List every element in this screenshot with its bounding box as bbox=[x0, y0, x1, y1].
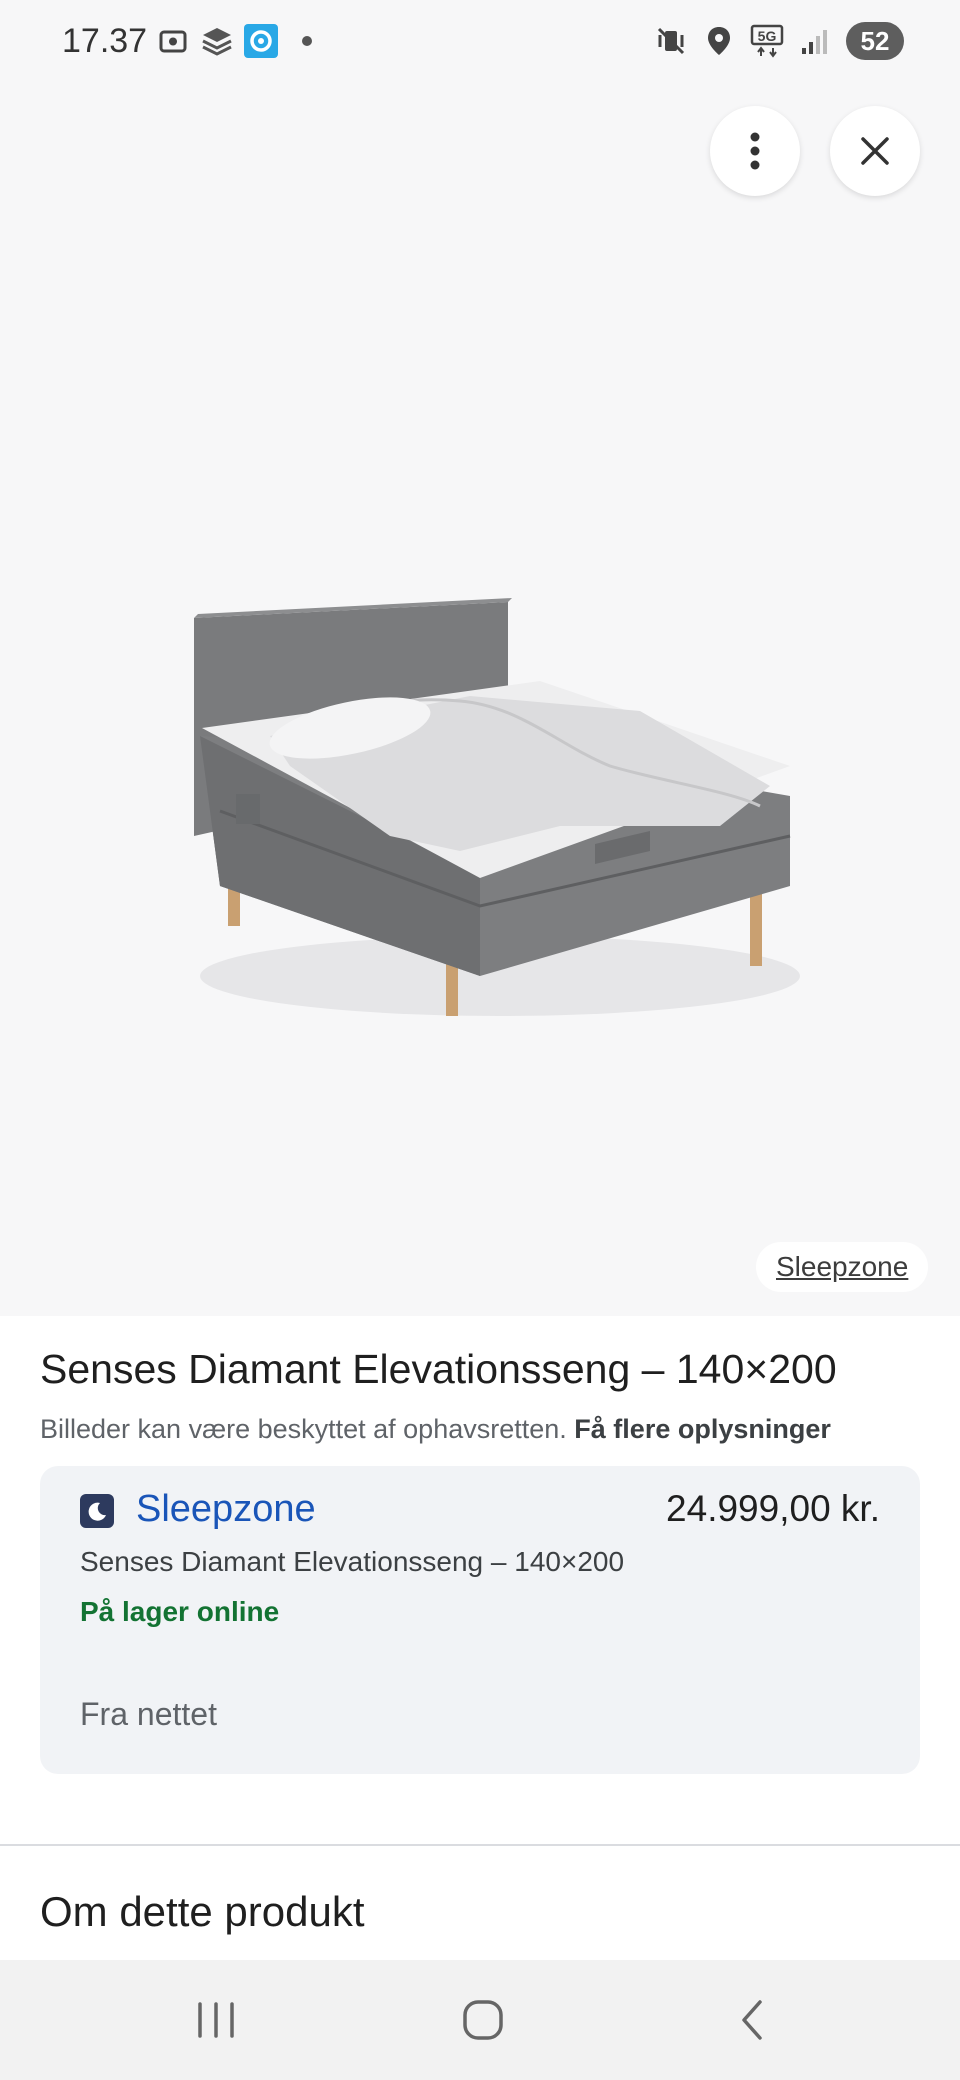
section-title: Om dette produkt bbox=[40, 1888, 365, 1935]
divider bbox=[0, 1844, 960, 1846]
status-left-icons bbox=[156, 24, 312, 58]
home-button[interactable] bbox=[453, 1990, 513, 2050]
navigation-bar bbox=[0, 1960, 960, 2080]
stock-status: På lager online bbox=[80, 1596, 280, 1627]
copyright-notice: Billeder kan være beskyttet af ophavsret… bbox=[40, 1414, 831, 1445]
status-right-icons: 5G 52 bbox=[654, 22, 904, 60]
more-vert-icon bbox=[750, 132, 760, 170]
back-icon bbox=[742, 2000, 762, 2040]
merchant-name[interactable]: Sleepzone bbox=[136, 1488, 316, 1531]
image-source-link[interactable]: Sleepzone bbox=[756, 1242, 929, 1292]
status-bar: 17.37 5G 52 bbox=[0, 0, 960, 86]
close-icon bbox=[861, 137, 889, 165]
network-label: 5G bbox=[758, 28, 777, 44]
status-time: 17.37 bbox=[62, 22, 148, 60]
product-details: Senses Diamant Elevationsseng – 140×200 … bbox=[0, 1316, 960, 1960]
app-icon bbox=[244, 24, 278, 58]
product-title: Senses Diamant Elevationsseng – 140×200 bbox=[40, 1346, 837, 1392]
stack-icon bbox=[200, 24, 234, 58]
product-image[interactable] bbox=[140, 506, 820, 1046]
battery-icon: 52 bbox=[846, 22, 904, 60]
screenshot-icon bbox=[156, 24, 190, 58]
more-info-link[interactable]: Få flere oplysninger bbox=[574, 1414, 831, 1444]
image-viewer[interactable]: Sleepzone bbox=[0, 86, 960, 1316]
signal-icon bbox=[798, 24, 832, 58]
location-icon bbox=[702, 24, 736, 58]
mute-vibrate-icon bbox=[654, 24, 688, 58]
offer-price: 24.999,00 kr. bbox=[666, 1488, 880, 1529]
offer-title: Senses Diamant Elevationsseng – 140×200 bbox=[80, 1546, 625, 1577]
offer-card[interactable]: Sleepzone 24.999,00 kr. Senses Diamant E… bbox=[40, 1466, 920, 1774]
recent-apps-icon bbox=[198, 2002, 234, 2038]
close-button[interactable] bbox=[830, 106, 920, 196]
home-icon bbox=[463, 2000, 503, 2040]
merchant-logo-icon bbox=[80, 1494, 114, 1528]
source-label: Fra nettet bbox=[80, 1696, 217, 1732]
notification-dot bbox=[302, 36, 312, 46]
5g-icon: 5G bbox=[750, 24, 784, 58]
back-button[interactable] bbox=[722, 1990, 782, 2050]
more-options-button[interactable] bbox=[710, 106, 800, 196]
recent-apps-button[interactable] bbox=[186, 1990, 246, 2050]
copyright-text: Billeder kan være beskyttet af ophavsret… bbox=[40, 1414, 567, 1444]
